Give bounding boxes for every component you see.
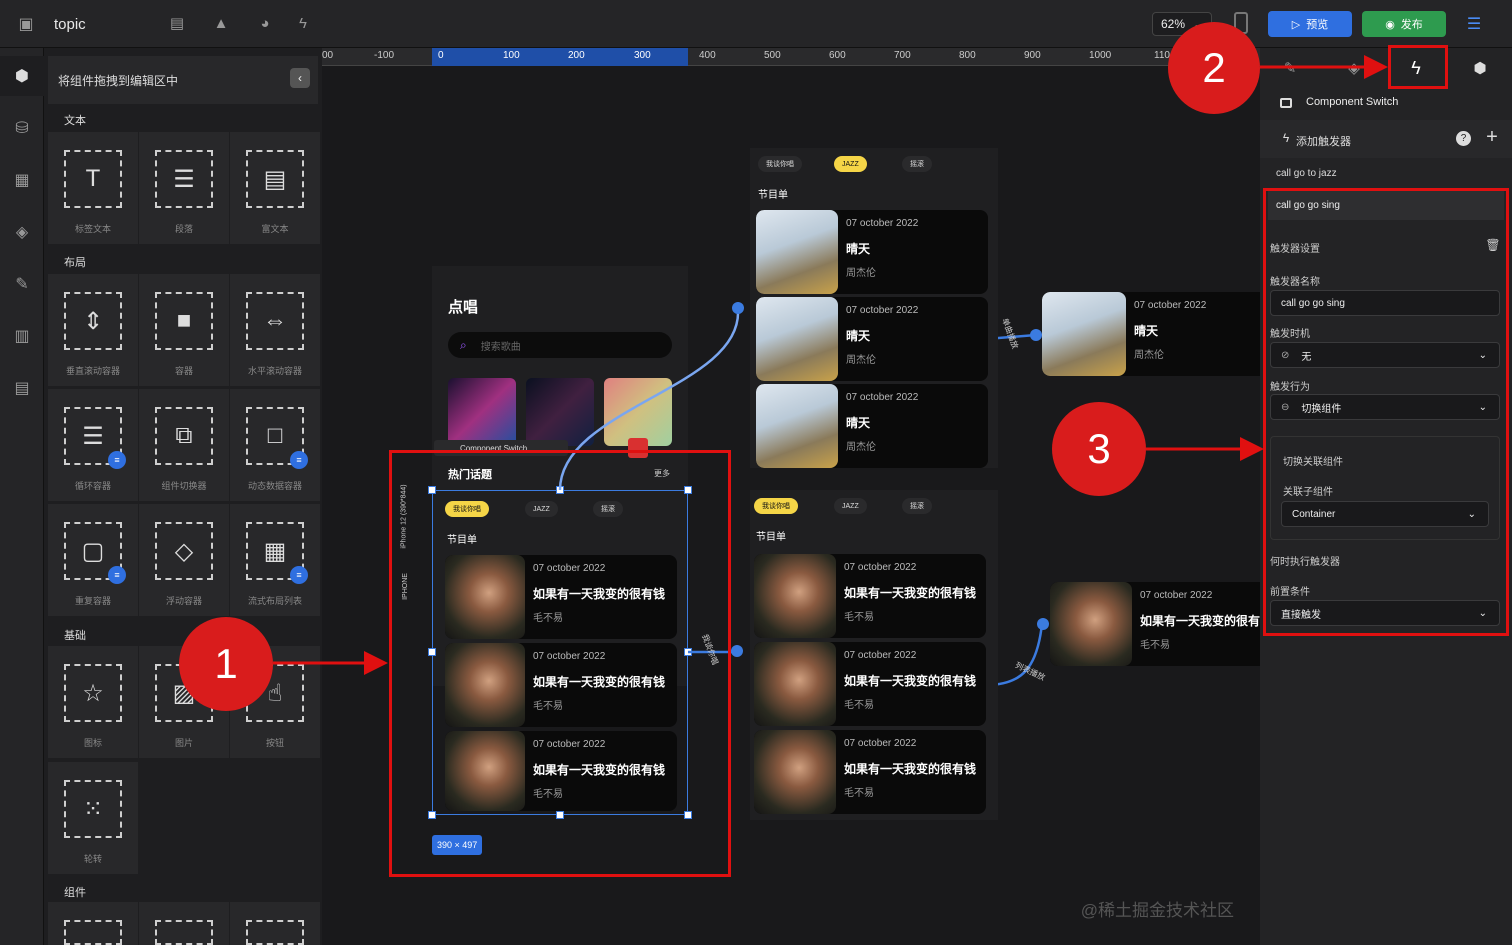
annotation-arrows [273,55,1388,675]
